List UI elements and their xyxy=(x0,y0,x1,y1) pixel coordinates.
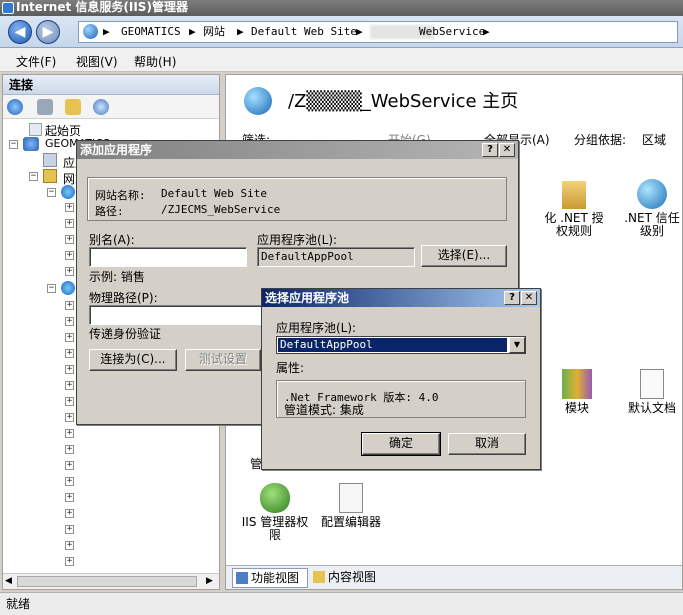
menu-help[interactable]: 帮助(H) xyxy=(134,53,176,70)
physical-path-label: 物理路径(P): xyxy=(89,291,158,305)
address-seg-server[interactable]: GEOMATICS xyxy=(121,22,181,42)
help-button[interactable]: ? xyxy=(482,143,498,157)
app-pool-selected-value: DefaultAppPool xyxy=(278,338,507,352)
site-name-value: Default Web Site xyxy=(161,187,267,200)
pass-through-auth-label: 传递身份验证 xyxy=(89,327,162,341)
site-globe-icon xyxy=(61,185,75,199)
site-globe-icon xyxy=(244,87,272,115)
modules-icon xyxy=(562,369,592,399)
address-seg-app[interactable]: WebService xyxy=(419,22,485,42)
app-pool-field: DefaultAppPool xyxy=(257,247,415,267)
cancel-button[interactable]: 取消 xyxy=(448,433,526,455)
app-pool-label: 应用程序池(L): xyxy=(276,321,357,335)
select-pool-button[interactable]: 选择(E)... xyxy=(421,245,507,267)
connect-as-button[interactable]: 连接为(C)... xyxy=(89,349,177,371)
disconnect-icon[interactable] xyxy=(93,99,109,115)
config-editor-icon xyxy=(339,483,363,513)
scroll-right-icon[interactable]: ▶ xyxy=(206,576,213,586)
properties-label: 属性: xyxy=(276,361,305,375)
scroll-left-icon[interactable]: ◀ xyxy=(5,576,12,586)
connections-toolbar xyxy=(3,95,219,119)
alias-example: 示例: 销售 xyxy=(89,270,145,284)
default-document-icon xyxy=(640,369,664,399)
site-globe-icon xyxy=(61,281,75,295)
select-app-pool-title-bar: 选择应用程序池 ? ✕ xyxy=(262,289,540,307)
content-view-icon xyxy=(313,571,325,583)
site-name-label: 网站名称: xyxy=(95,189,146,202)
test-settings-button[interactable]: 测试设置(G)... xyxy=(185,349,261,371)
globe-icon xyxy=(83,24,98,39)
address-bar: ◀ ▶ ▶ GEOMATICS ▶ 网站 ▶ Default Web Site … xyxy=(0,16,683,48)
start-page-icon xyxy=(29,123,42,136)
address-box[interactable]: ▶ GEOMATICS ▶ 网站 ▶ Default Web Site ▶ We… xyxy=(78,21,678,43)
feature-view-icon xyxy=(236,572,248,584)
menu-bar: 文件(F) 视图(V) 帮助(H) xyxy=(0,48,683,72)
alias-input[interactable] xyxy=(89,247,247,267)
chevron-down-icon[interactable]: ▼ xyxy=(509,337,525,353)
trust-level-icon xyxy=(637,179,667,209)
tab-content-view[interactable]: 内容视图 xyxy=(310,568,390,588)
feature-modules[interactable]: 模块 xyxy=(552,369,602,415)
connections-header: 连接 xyxy=(3,75,219,95)
forward-button[interactable]: ▶ xyxy=(36,20,60,44)
server-icon xyxy=(23,137,39,151)
alias-label: 别名(A): xyxy=(89,233,135,247)
window-title-bar: Internet 信息服务(IIS)管理器 xyxy=(0,0,683,16)
sites-folder-icon xyxy=(43,169,57,183)
app-pool-select[interactable]: DefaultAppPool ▼ xyxy=(276,336,526,354)
feature-default-document[interactable]: 默认文档 xyxy=(622,369,682,415)
address-seg-site[interactable]: Default Web Site xyxy=(251,22,357,42)
back-button[interactable]: ◀ xyxy=(8,20,32,44)
connect-icon[interactable] xyxy=(7,99,23,115)
feature-net-trust[interactable]: .NET 信任级别 xyxy=(621,179,683,238)
status-bar: 就绪 xyxy=(0,592,683,615)
close-button[interactable]: ✕ xyxy=(521,291,537,305)
iis-app-icon xyxy=(2,2,14,14)
feature-net-authorization[interactable]: 化 .NET 授权规则 xyxy=(544,181,604,238)
users-icon xyxy=(260,483,290,513)
menu-view[interactable]: 视图(V) xyxy=(76,53,118,70)
save-icon[interactable] xyxy=(37,99,53,115)
pipeline-mode: 管道模式: 集成 xyxy=(284,403,364,417)
folder-up-icon[interactable] xyxy=(65,99,81,115)
path-value: /ZJECMS_WebService xyxy=(161,203,281,216)
authorization-lock-icon xyxy=(562,181,586,209)
physical-path-input[interactable] xyxy=(89,305,271,325)
tab-feature-view[interactable]: 功能视图 xyxy=(232,568,308,588)
close-button[interactable]: ✕ xyxy=(499,143,515,157)
window-title: Internet 信息服务(IIS)管理器 xyxy=(16,0,188,14)
group-by-label: 分组依据: xyxy=(574,133,627,147)
menu-file[interactable]: 文件(F) xyxy=(16,53,56,70)
path-label: 路径: xyxy=(95,205,124,218)
scroll-thumb[interactable] xyxy=(17,576,197,587)
site-info-group xyxy=(87,177,507,221)
view-tabs: 功能视图 内容视图 xyxy=(226,565,682,589)
ok-button[interactable]: 确定 xyxy=(361,432,441,456)
feature-config-editor[interactable]: 配置编辑器 xyxy=(318,483,384,529)
address-seg-sites[interactable]: 网站 xyxy=(203,22,225,42)
horizontal-scrollbar[interactable]: ◀ ▶ xyxy=(3,573,219,589)
feature-iis-manager-permissions[interactable]: IIS 管理器权限 xyxy=(240,483,310,542)
select-app-pool-dialog: 选择应用程序池 ? ✕ 应用程序池(L): DefaultAppPool ▼ 属… xyxy=(261,288,541,470)
app-pools-icon xyxy=(43,153,57,167)
app-pool-label: 应用程序池(L): xyxy=(257,233,338,247)
page-title: /Z▒▒▒▒_WebService 主页 xyxy=(288,91,519,112)
group-by-select[interactable]: 区域 xyxy=(642,131,666,148)
help-button[interactable]: ? xyxy=(504,291,520,305)
add-application-title-bar: 添加应用程序 ? ✕ xyxy=(77,141,518,159)
